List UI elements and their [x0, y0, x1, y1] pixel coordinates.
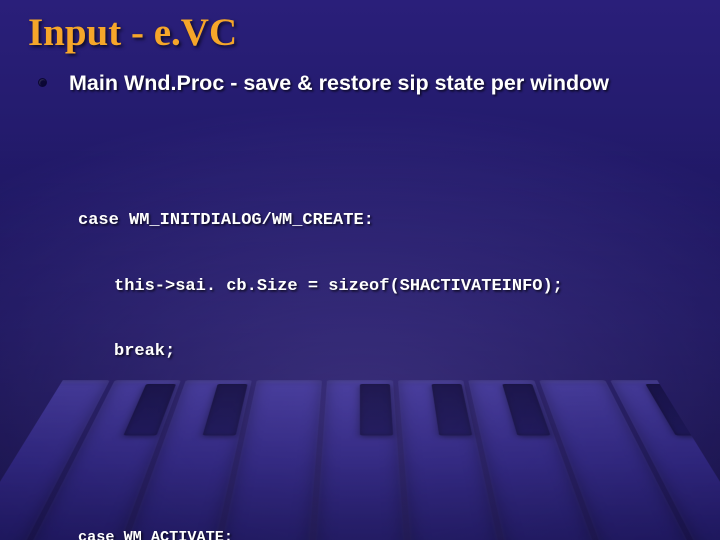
slide-body: Main Wnd.Proc - save & restore sip state… — [28, 71, 692, 540]
code-block-initdialog: case WM_INITDIALOG/WM_CREATE: this->sai.… — [78, 167, 692, 406]
bullet-icon — [38, 78, 47, 87]
code-line: this->sai. cb.Size = sizeof(SHACTIVATEIN… — [78, 276, 692, 298]
bullet-text: Main Wnd.Proc - save & restore sip state… — [69, 71, 609, 96]
slide-title: Input - e.VC — [28, 10, 692, 55]
code-line: case WM_ACTIVATE: — [78, 528, 692, 540]
slide: Input - e.VC Main Wnd.Proc - save & rest… — [0, 0, 720, 540]
code-line: break; — [78, 341, 692, 363]
code-block-activate: case WM_ACTIVATE: SHHandle.WMActivate(h.… — [78, 489, 692, 540]
bullet-row: Main Wnd.Proc - save & restore sip state… — [38, 71, 692, 96]
code-line: case WM_INITDIALOG/WM_CREATE: — [78, 210, 692, 232]
code-area: case WM_INITDIALOG/WM_CREATE: this->sai.… — [78, 102, 692, 540]
